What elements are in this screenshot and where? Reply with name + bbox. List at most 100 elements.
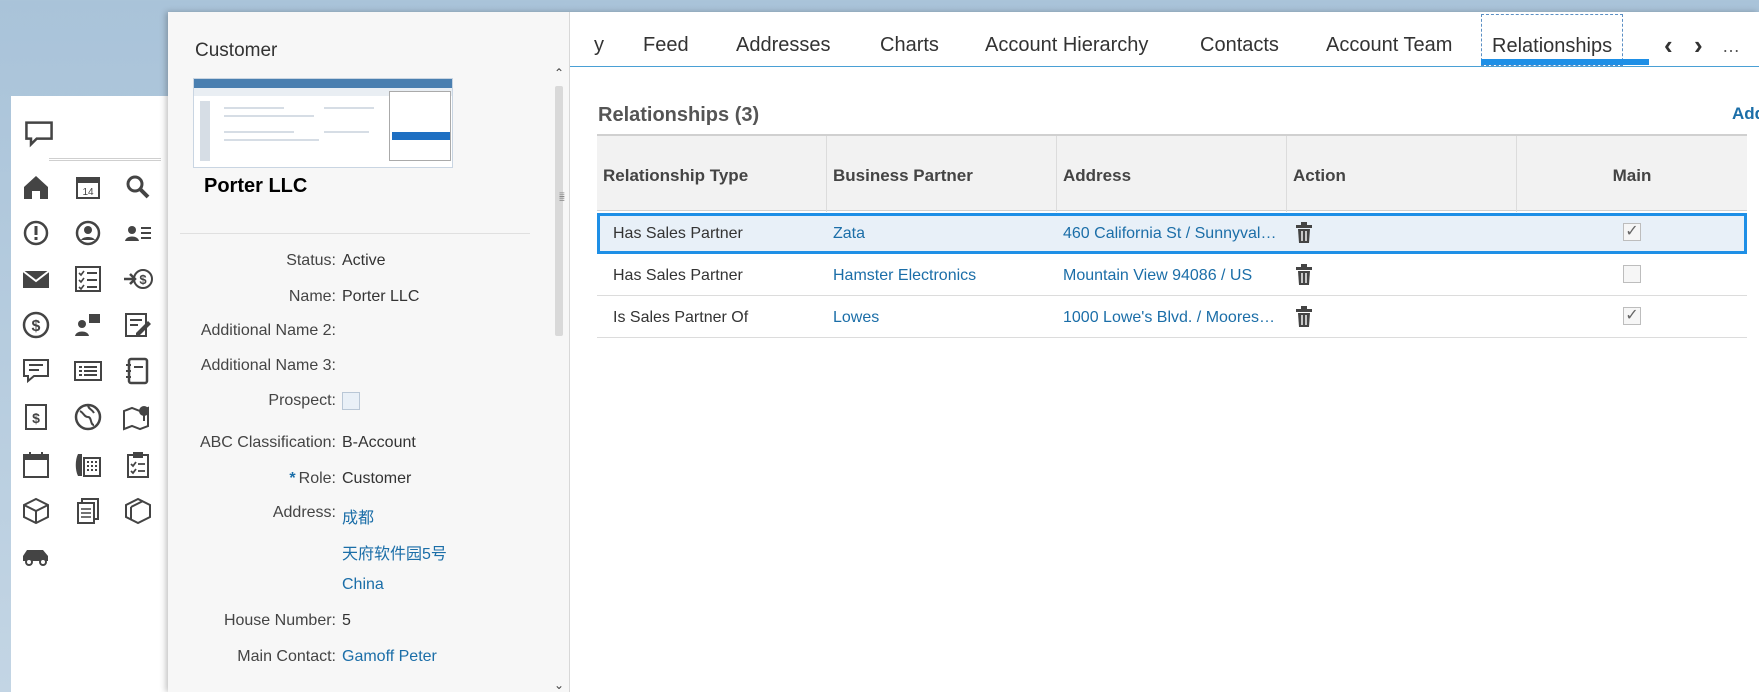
field-label-text: Additional Name 2: — [200, 322, 336, 339]
detail-field: House Number: 5 — [168, 612, 528, 634]
detail-field: Prospect: — [168, 392, 528, 414]
svg-text:14: 14 — [82, 187, 94, 198]
detail-field: * Role: Customer — [168, 470, 528, 492]
column-header-main[interactable]: Main — [1517, 136, 1747, 212]
delete-icon[interactable] — [1294, 264, 1314, 286]
tab-prev-icon[interactable]: ‹ — [1664, 30, 1673, 61]
globe-icon[interactable] — [71, 400, 105, 434]
delete-icon[interactable] — [1294, 222, 1314, 244]
home-icon[interactable] — [19, 170, 53, 204]
navigation-rail: 14 $ $ $ — [11, 96, 171, 692]
tab-partial[interactable]: y — [594, 34, 604, 57]
field-label-text: Name: — [288, 288, 336, 305]
field-value: B-Account — [342, 434, 416, 451]
business-partner-link[interactable]: Hamster Electronics — [833, 267, 1043, 285]
customer-thumbnail[interactable] — [193, 78, 453, 168]
relationship-type-cell: Has Sales Partner — [613, 267, 743, 284]
scroll-down-icon[interactable]: ⌄ — [554, 678, 564, 692]
chat-icon[interactable] — [23, 118, 53, 148]
tab-overflow-icon[interactable]: … — [1722, 36, 1740, 57]
map-icon[interactable] — [121, 400, 155, 434]
customer-panel: Customer Porter LLC Status: Active Name: Po… — [168, 12, 1759, 692]
calendar-icon[interactable]: 14 — [71, 170, 105, 204]
detail-field: Additional Name 2: — [168, 322, 528, 344]
contacts-list-icon[interactable] — [121, 216, 155, 250]
rail-separator — [49, 158, 161, 161]
appointment-icon[interactable] — [19, 448, 53, 482]
people-chart-icon[interactable] — [71, 308, 105, 342]
active-tab-underline — [1481, 59, 1649, 65]
sales-icon[interactable]: $ — [121, 262, 155, 296]
svg-text:$: $ — [32, 318, 41, 335]
account-icon[interactable] — [71, 216, 105, 250]
documents-icon[interactable] — [71, 494, 105, 528]
field-value[interactable]: 天府软件园5号 — [342, 540, 447, 564]
divider — [180, 233, 530, 234]
field-label: Additional Name 3: — [201, 357, 336, 375]
detail-field: Status: Active — [168, 252, 528, 274]
relationships-title: Relationships (3) — [598, 104, 760, 126]
column-header-address[interactable]: Address — [1057, 136, 1287, 212]
tab-account-hierarchy[interactable]: Account Hierarchy — [985, 34, 1148, 57]
main-checkbox[interactable]: ✓ — [1623, 307, 1641, 325]
field-label: Prospect: — [268, 392, 336, 410]
detail-scrollbar[interactable]: ⌃ ⌄ — [554, 66, 564, 692]
address-link[interactable]: 1000 Lowe's Blvd. / Mooresvi… — [1063, 309, 1281, 327]
task-list-icon[interactable] — [71, 262, 105, 296]
quote-icon[interactable] — [19, 354, 53, 388]
field-label-text: ABC Classification: — [199, 434, 336, 451]
column-header-business-partner[interactable]: Business Partner — [827, 136, 1057, 212]
business-partner-link[interactable]: Zata — [833, 225, 1043, 243]
detail-field: Name: Porter LLC — [168, 288, 528, 310]
search-icon[interactable] — [121, 170, 155, 204]
mail-icon[interactable] — [19, 262, 53, 296]
field-value[interactable]: Gamoff Peter — [342, 648, 437, 666]
dollar-icon[interactable]: $ — [19, 308, 53, 342]
address-link[interactable]: Mountain View 94086 / US — [1063, 267, 1281, 285]
column-header-relationship-type[interactable]: Relationship Type — [597, 136, 827, 212]
car-icon[interactable] — [19, 540, 53, 574]
main-checkbox[interactable] — [1623, 265, 1641, 283]
tab-feed[interactable]: Feed — [643, 34, 689, 57]
field-label: * Role: — [289, 470, 336, 488]
notebook-icon[interactable] — [121, 354, 155, 388]
svg-text:$: $ — [32, 410, 40, 426]
add-relationship-button[interactable]: Add — [1732, 104, 1759, 124]
field-value[interactable]: China — [342, 576, 384, 594]
business-partner-link[interactable]: Lowes — [833, 309, 1043, 327]
table-row[interactable]: Has Sales Partner Zata 460 California St /… — [597, 213, 1747, 254]
tab-charts[interactable]: Charts — [880, 34, 939, 57]
field-value: Customer — [342, 470, 412, 487]
alert-icon[interactable] — [19, 216, 53, 250]
field-value: Active — [342, 252, 386, 269]
main-checkbox[interactable]: ✓ — [1623, 223, 1641, 241]
relationship-type-cell: Is Sales Partner Of — [613, 309, 749, 326]
table-row[interactable]: Is Sales Partner Of Lowes 1000 Lowe's Blvd… — [597, 297, 1747, 338]
table-row[interactable]: Has Sales Partner Hamster Electronics Moun… — [597, 255, 1747, 296]
resize-grip-icon[interactable]: ≡ ≡ — [559, 191, 567, 212]
tab-addresses[interactable]: Addresses — [736, 34, 831, 57]
detail-field: Additional Name 3: — [168, 357, 528, 379]
field-label-text: Role: — [298, 470, 336, 487]
address-link[interactable]: 460 California St / Sunnyvale… — [1063, 225, 1281, 243]
detail-field: 天府软件园5号 — [168, 540, 528, 564]
box-icon[interactable] — [19, 494, 53, 528]
field-label: ABC Classification: — [200, 434, 336, 452]
tab-account-team[interactable]: Account Team — [1326, 34, 1452, 57]
tab-next-icon[interactable]: › — [1694, 30, 1703, 61]
list-card-icon[interactable] — [71, 354, 105, 388]
tab-contacts[interactable]: Contacts — [1200, 34, 1279, 57]
prospect-checkbox[interactable] — [342, 392, 360, 415]
scroll-up-icon[interactable]: ⌃ — [554, 66, 564, 80]
invoice-icon[interactable]: $ — [19, 400, 53, 434]
field-label-text: Prospect: — [268, 392, 336, 409]
phone-icon[interactable] — [71, 448, 105, 482]
report-icon[interactable] — [121, 308, 155, 342]
field-label-text: Address: — [272, 504, 336, 521]
field-label: Main Contact: — [237, 648, 336, 666]
field-value[interactable]: 成都 — [342, 504, 374, 528]
clipboard-icon[interactable] — [121, 448, 155, 482]
delete-icon[interactable] — [1294, 306, 1314, 328]
package-icon[interactable] — [121, 494, 155, 528]
field-label: Name: — [289, 288, 336, 306]
